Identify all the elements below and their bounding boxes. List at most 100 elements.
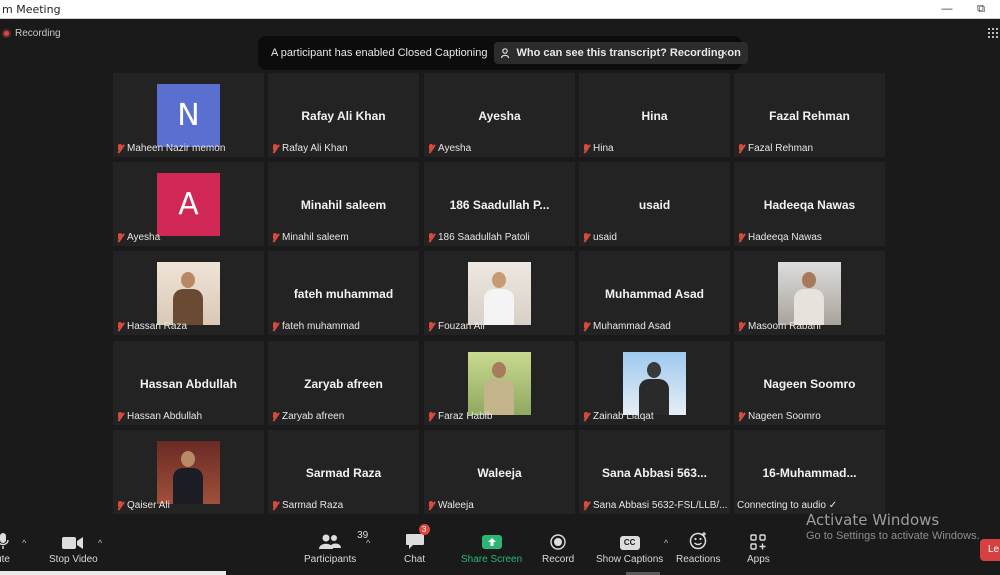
participant-name-label: Zaryab afreen — [271, 411, 344, 422]
video-options-caret[interactable]: ^ — [98, 538, 102, 548]
photo-woman-blue-sky — [623, 352, 686, 415]
muted-microphone-icon — [271, 321, 279, 332]
participant-name-label: Hassan Raza — [116, 321, 187, 332]
leave-button[interactable]: Le — [980, 539, 1000, 561]
apps-icon — [750, 534, 767, 550]
participant-display-name: 186 Saadullah P... — [449, 198, 550, 212]
closed-caption-banner: A participant has enabled Closed Caption… — [258, 36, 748, 70]
muted-microphone-icon — [582, 232, 590, 243]
participant-tile[interactable]: Sarmad Raza Sarmad Raza — [268, 430, 419, 514]
participant-name-label: fateh muhammad — [271, 321, 360, 332]
participant-tile[interactable]: Masoom Rabani — [734, 251, 885, 335]
show-captions-button[interactable]: CC Show Captions — [596, 532, 663, 565]
reactions-label: Reactions — [676, 554, 721, 565]
video-camera-icon — [62, 537, 84, 549]
mute-button[interactable]: ute — [0, 532, 10, 565]
muted-microphone-icon — [427, 500, 435, 511]
participant-tile[interactable]: Ayesha Ayesha — [424, 73, 575, 157]
record-icon — [2, 29, 11, 38]
participant-name-label: Muhammad Asad — [582, 321, 671, 332]
participant-display-name: Fazal Rehman — [769, 109, 850, 123]
muted-microphone-icon — [737, 411, 745, 422]
participant-name: Hassan Abdullah — [127, 411, 203, 422]
participant-tile[interactable]: A Ayesha — [113, 162, 264, 246]
participant-tile[interactable]: fateh muhammad fateh muhammad — [268, 251, 419, 335]
participant-name-label: Nageen Soomro — [737, 411, 821, 422]
share-screen-button[interactable]: Share Screen — [461, 532, 522, 565]
participant-tile[interactable]: Rafay Ali Khan Rafay Ali Khan — [268, 73, 419, 157]
participant-tile[interactable]: N Maheen Nazir memon — [113, 73, 264, 157]
participant-name-label: Minahil saleem — [271, 232, 349, 243]
participant-display-name: Hina — [641, 109, 668, 123]
transcript-visibility-label: Who can see this transcript? Recording o… — [516, 47, 741, 59]
participant-name: Ayesha — [438, 143, 472, 154]
muted-microphone-icon — [271, 143, 279, 154]
participants-button[interactable]: 39 Participants — [304, 530, 368, 565]
recording-indicator[interactable]: Recording — [2, 28, 61, 39]
muted-microphone-icon — [116, 232, 124, 243]
participant-tile[interactable]: Hadeeqa Nawas Hadeeqa Nawas — [734, 162, 885, 246]
muted-microphone-icon — [116, 143, 124, 154]
chat-button[interactable]: 3 Chat — [404, 524, 430, 565]
participant-tile[interactable]: usaid usaid — [579, 162, 730, 246]
activate-windows-title: Activate Windows — [806, 511, 940, 529]
participant-tile[interactable]: Fazal Rehman Fazal Rehman — [734, 73, 885, 157]
muted-microphone-icon — [737, 232, 745, 243]
apps-button[interactable]: Apps — [747, 532, 770, 565]
view-grid-icon[interactable] — [988, 28, 998, 41]
restore-button[interactable]: ⧉ — [972, 1, 990, 17]
participant-tile[interactable]: Zaryab afreen Zaryab afreen — [268, 341, 419, 425]
participant-tile[interactable]: Muhammad Asad Muhammad Asad — [579, 251, 730, 335]
participant-tile[interactable]: Sana Abbasi 563... Sana Abbasi 5632-FSL/L… — [579, 430, 730, 514]
chat-bubble-icon — [405, 534, 424, 549]
participant-name-label: Ayesha — [427, 143, 471, 154]
participant-tile[interactable]: Minahil saleem Minahil saleem — [268, 162, 419, 246]
participant-display-name: Zaryab afreen — [304, 377, 383, 391]
participant-tile[interactable]: Nageen Soomro Nageen Soomro — [734, 341, 885, 425]
banner-message: A participant has enabled Closed Caption… — [271, 47, 488, 59]
record-label: Record — [542, 554, 575, 565]
participant-name-label: Hina — [582, 143, 614, 154]
participant-name-label: Hassan Abdullah — [116, 411, 202, 422]
participant-tile[interactable]: 16-Muhammad... Connecting to audio ✓ — [734, 430, 885, 514]
window-title: m Meeting — [2, 3, 61, 16]
title-bar: m Meeting — ⧉ — [0, 0, 1000, 19]
muted-microphone-icon — [737, 143, 745, 154]
participant-name: Zainab Liaqat — [593, 411, 654, 422]
photo-young-man-cap — [778, 262, 841, 325]
participants-label: Participants — [304, 554, 357, 565]
activate-windows-subtitle: Go to Settings to activate Windows. — [806, 530, 980, 542]
recording-label: Recording — [15, 28, 61, 39]
transcript-visibility-button[interactable]: Who can see this transcript? Recording o… — [494, 42, 748, 64]
muted-microphone-icon — [116, 411, 124, 422]
audio-options-caret[interactable]: ^ — [22, 538, 26, 548]
participant-tile[interactable]: Zainab Liaqat — [579, 341, 730, 425]
participant-tile[interactable]: Hina Hina — [579, 73, 730, 157]
photo-man-outdoors — [468, 352, 531, 415]
participant-tile[interactable]: Waleeja Waleeja — [424, 430, 575, 514]
participant-tile[interactable]: 186 Saadullah P... 186 Saadullah Patoli — [424, 162, 575, 246]
muted-microphone-icon — [116, 321, 124, 332]
record-button[interactable]: Record — [542, 532, 574, 565]
participant-tile[interactable]: Qaiser Ali — [113, 430, 264, 514]
participants-caret[interactable]: ^ — [366, 538, 370, 548]
participant-name: Muhammad Asad — [593, 321, 671, 332]
close-banner-icon[interactable]: × — [721, 46, 728, 60]
participant-tile[interactable]: Fouzan Ali — [424, 251, 575, 335]
participant-tile[interactable]: Hassan Raza — [113, 251, 264, 335]
participant-name: Waleeja — [438, 500, 474, 511]
participant-tile[interactable]: Hassan Abdullah Hassan Abdullah — [113, 341, 264, 425]
muted-microphone-icon — [582, 321, 590, 332]
reactions-button[interactable]: Reactions — [676, 532, 720, 565]
stop-video-button[interactable]: Stop Video — [49, 532, 98, 565]
participant-name: Faraz Habib — [438, 411, 493, 422]
participant-display-name: Rafay Ali Khan — [301, 109, 386, 123]
closed-captions-icon: CC — [619, 536, 640, 550]
mute-label: ute — [0, 554, 10, 565]
participant-name: Hadeeqa Nawas — [748, 232, 822, 243]
captions-caret[interactable]: ^ — [664, 538, 668, 548]
participant-tile[interactable]: Faraz Habib — [424, 341, 575, 425]
photo-man-brown-jacket — [157, 262, 220, 325]
participant-display-name: Waleeja — [477, 466, 522, 480]
minimize-button[interactable]: — — [938, 1, 956, 17]
